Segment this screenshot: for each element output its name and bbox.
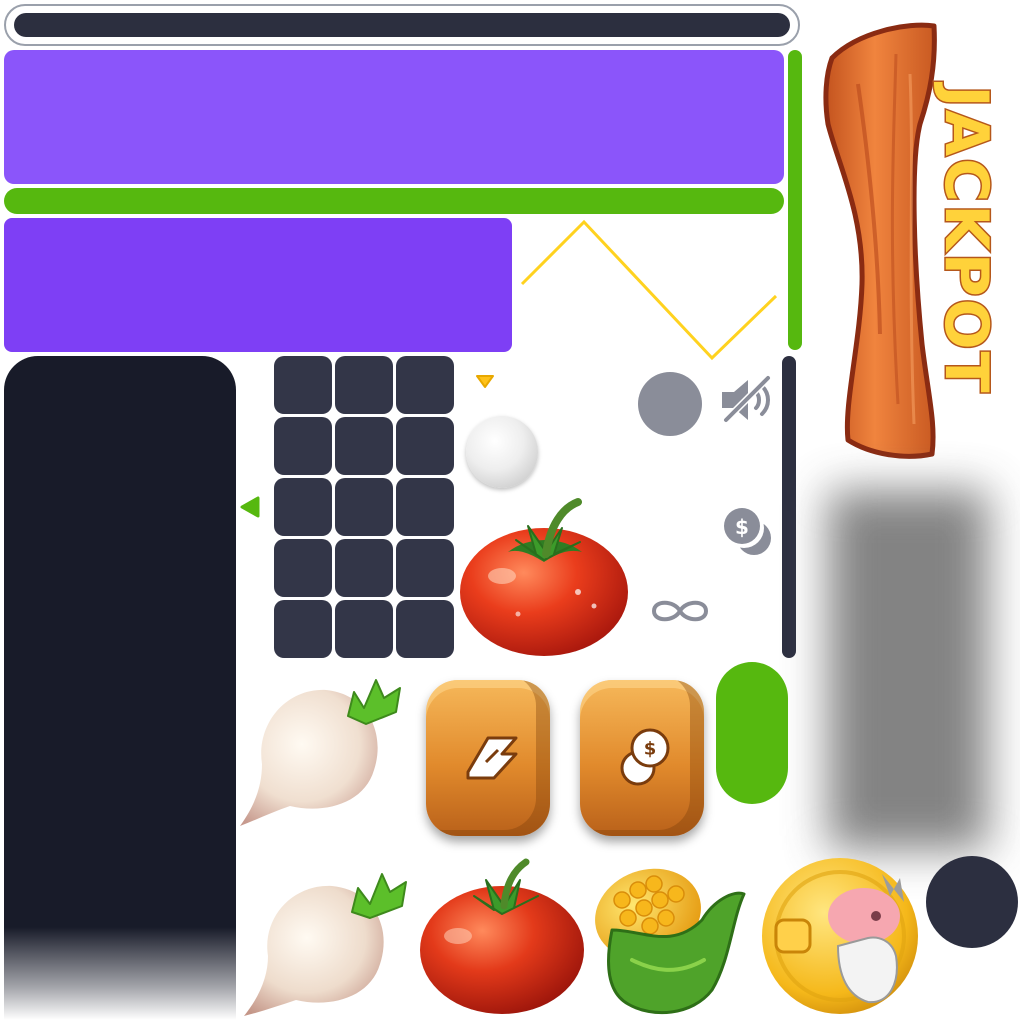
coin-button[interactable]: $ [580,680,704,836]
tomato-icon [420,858,584,1014]
lightning-icon [466,736,518,780]
zigzag-line [520,219,778,361]
grid-cell[interactable] [396,356,454,414]
coin-symbol: $ [735,515,749,539]
green-pill-button[interactable] [716,662,788,804]
jackpot-label: JACKPOT [931,81,1001,394]
grid-cell[interactable] [335,600,393,658]
grid-cell[interactable] [274,356,332,414]
lightning-button[interactable] [426,680,550,836]
grid-cell[interactable] [335,417,393,475]
grid-cell[interactable] [396,600,454,658]
infinity-icon [651,600,709,622]
purple-panel-large [4,50,784,184]
green-horizontal-bar [4,188,784,214]
white-ball[interactable] [466,416,538,488]
purple-panel-small [4,218,512,352]
turnip-icon [240,679,401,826]
coin-dollar-icon: $ [620,728,670,786]
dark-circle-button[interactable] [926,856,1018,948]
dollar-coins-icon[interactable]: $ [720,504,776,558]
grid-cell[interactable] [335,478,393,536]
top-progress-track [4,4,800,46]
jackpot-wood-sign: JACKPOT [823,22,1003,459]
green-vertical-bar [788,50,802,350]
grid-cell[interactable] [335,356,393,414]
grid-cell[interactable] [274,539,332,597]
grid-cell[interactable] [274,417,332,475]
top-progress-fill [14,13,790,37]
dark-vertical-bar [782,356,796,658]
corn-icon [595,868,746,1015]
speaker-muted-icon[interactable] [718,374,778,426]
dark-side-panel [4,356,236,1020]
grid-cell[interactable] [396,478,454,536]
triangle-down-icon [476,375,494,388]
grid-cell[interactable] [335,539,393,597]
piggy-coin-icon [762,858,918,1014]
gray-circle-button[interactable] [638,372,702,436]
grid-cell[interactable] [396,417,454,475]
grid-cell[interactable] [274,600,332,658]
slot-grid [274,356,458,658]
triangle-left-icon[interactable] [238,494,262,520]
turnip-icon-2 [244,873,407,1016]
grid-cell[interactable] [396,539,454,597]
grid-cell[interactable] [274,478,332,536]
tomato-large-icon [460,498,628,656]
blurred-shadow [828,490,988,850]
coin-button-symbol: $ [644,739,657,760]
